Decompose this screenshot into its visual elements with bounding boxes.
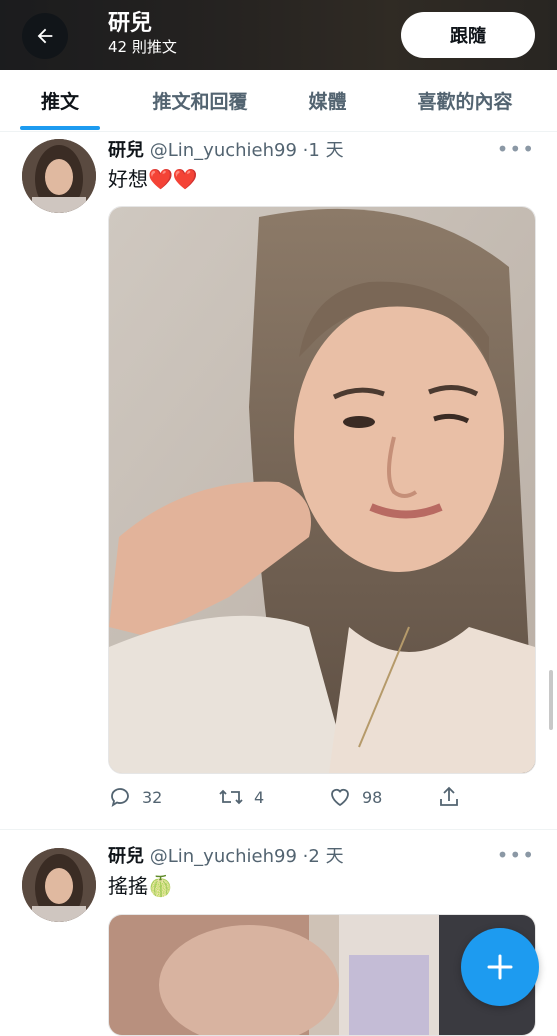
tweet[interactable]: 研兒 @Lin_yuchieh99 ·1 天 ••• 好想❤️❤️ 32 4 9…	[0, 131, 557, 829]
tweet-text-content: 好想	[108, 167, 148, 191]
like-count: 98	[362, 787, 383, 807]
tweet-text: 搖搖🍈	[108, 873, 173, 899]
avatar-image	[22, 848, 96, 922]
arrow-left-icon	[37, 28, 53, 44]
compose-button[interactable]	[461, 928, 539, 1006]
tweet-handle[interactable]: @Lin_yuchieh99	[150, 846, 297, 867]
tab-likes[interactable]: 喜歡的內容	[400, 70, 530, 130]
tweet-media[interactable]	[108, 206, 536, 774]
reply-button[interactable]: 32	[108, 785, 162, 809]
retweet-count: 4	[254, 787, 265, 807]
like-button[interactable]: 98	[328, 785, 382, 809]
retweet-button[interactable]: 4	[218, 785, 264, 809]
header-text: 研兒 42 則推文	[108, 11, 177, 57]
profile-header: 研兒 42 則推文 跟隨	[0, 0, 557, 70]
retweet-icon	[219, 789, 243, 805]
tweet-author-name[interactable]: 研兒	[108, 846, 144, 867]
avatar[interactable]	[22, 848, 96, 922]
tweet-handle[interactable]: @Lin_yuchieh99	[150, 140, 297, 161]
tweet-emoji: 🍈	[148, 874, 173, 898]
reply-count: 32	[142, 787, 163, 807]
tweet-author-name[interactable]: 研兒	[108, 140, 144, 161]
plus-icon	[487, 954, 513, 980]
tab-tweets-replies[interactable]: 推文和回覆	[130, 70, 270, 130]
avatar-image	[22, 139, 96, 213]
follow-button[interactable]: 跟隨	[401, 12, 535, 58]
tweet-actions: 32 4 98	[108, 785, 534, 815]
back-button[interactable]	[22, 13, 68, 59]
tweet-text: 好想❤️❤️	[108, 166, 198, 192]
tweet-text-content: 搖搖	[108, 874, 148, 898]
reply-icon	[111, 788, 129, 807]
tab-tweets[interactable]: 推文	[20, 70, 100, 130]
profile-name: 研兒	[108, 11, 153, 36]
more-icon[interactable]: •••	[497, 843, 535, 867]
active-tab-indicator	[20, 126, 100, 130]
share-icon	[440, 786, 458, 806]
tweet-time[interactable]: ·2 天	[303, 846, 344, 867]
more-icon[interactable]: •••	[497, 137, 535, 161]
tweet-header: 研兒 @Lin_yuchieh99 ·2 天	[108, 846, 344, 868]
profile-tabs: 推文 推文和回覆 媒體 喜歡的內容	[0, 70, 557, 132]
avatar[interactable]	[22, 139, 96, 213]
post-count: 42 則推文	[108, 38, 177, 56]
tweet-header: 研兒 @Lin_yuchieh99 ·1 天	[108, 140, 344, 162]
tweet-emoji: ❤️❤️	[148, 167, 198, 191]
tweet-divider	[0, 829, 557, 830]
tweet-time[interactable]: ·1 天	[303, 140, 344, 161]
scrollbar[interactable]	[549, 670, 553, 730]
tab-media[interactable]: 媒體	[290, 70, 365, 130]
tweet-photo	[109, 207, 535, 773]
share-button[interactable]	[437, 785, 461, 809]
heart-icon	[331, 788, 349, 807]
